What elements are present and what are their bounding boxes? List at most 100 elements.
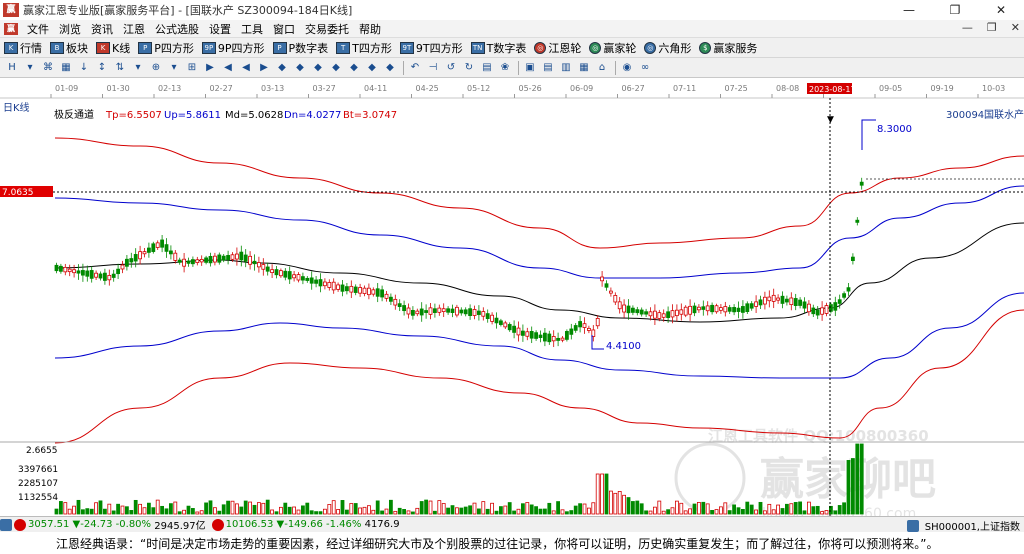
menu-gann[interactable]: 江恩 — [118, 21, 150, 37]
volume-bar — [204, 502, 209, 515]
draw-tool-26-icon[interactable]: ↻ — [461, 61, 477, 75]
draw-tool-23-icon[interactable]: ↶ — [407, 61, 423, 75]
draw-tool-6-icon[interactable]: ⇅ — [112, 61, 128, 75]
draw-tool-13-icon[interactable]: ◀ — [238, 61, 254, 75]
draw-tool-5-icon[interactable]: ↕ — [94, 61, 110, 75]
draw-tool-31-icon[interactable]: ▤ — [540, 61, 556, 75]
menu-help[interactable]: 帮助 — [354, 21, 386, 37]
winner-wheel-button[interactable]: ◎ 赢家轮 — [589, 40, 636, 56]
volume-bar — [300, 505, 305, 515]
t-table-button[interactable]: TN T数字表 — [470, 40, 526, 56]
draw-tool-10-icon[interactable]: ⊞ — [184, 61, 200, 75]
winner-service-button[interactable]: $ 赢家服务 — [699, 40, 757, 56]
t-square-button[interactable]: T T四方形 — [336, 40, 392, 56]
toolbar-separator — [518, 60, 519, 75]
draw-tool-25-icon[interactable]: ↺ — [443, 61, 459, 75]
mdi-restore-button[interactable]: ❐ — [987, 21, 997, 34]
gann-wheel-button[interactable]: ◎ 江恩轮 — [534, 40, 581, 56]
draw-tool-36-icon[interactable]: ◉ — [619, 61, 635, 75]
kline-button[interactable]: K K线 — [96, 40, 130, 56]
draw-tool-32-icon[interactable]: ▥ — [558, 61, 574, 75]
volume-bar — [67, 508, 72, 515]
candle-body — [362, 287, 367, 294]
draw-tool-12-icon[interactable]: ◀ — [220, 61, 236, 75]
kline-chart[interactable]: 01-09 01-30 02-13 02-27 03-13 03-27 04-11 04-25… — [0, 78, 1024, 516]
volume-bar — [675, 500, 679, 515]
candle-body — [388, 296, 393, 302]
draw-tool-37-icon[interactable]: ∞ — [637, 61, 653, 75]
menu-formula-screen[interactable]: 公式选股 — [150, 21, 204, 37]
draw-tool-34-icon[interactable]: ⌂ — [594, 61, 610, 75]
sh-index-item[interactable]: 3057.51 ▼-24.73 -0.80% 2945.97亿 — [0, 517, 206, 532]
draw-tool-24-icon[interactable]: ⊣ — [425, 61, 441, 75]
draw-tool-1-icon[interactable]: ▾ — [22, 61, 38, 75]
draw-tool-2-icon[interactable]: ⌘ — [40, 61, 56, 75]
draw-tool-21-icon[interactable]: ◆ — [382, 61, 398, 75]
volume-bar — [719, 506, 723, 515]
quote-bar: 江恩经典语录：“时间是决定市场走势的重要因素，经过详细研究大市及个别股票的过往记… — [0, 532, 1024, 554]
sz-index-value: 10106.53 — [225, 519, 274, 530]
draw-tool-33-icon[interactable]: ▦ — [576, 61, 592, 75]
quote-button[interactable]: K 行情 — [4, 40, 42, 56]
volume-bar — [732, 504, 736, 515]
volume-bar — [89, 508, 94, 515]
volume-bar — [771, 509, 776, 515]
draw-tool-11-icon[interactable]: ▶ — [202, 61, 218, 75]
volume-bar — [199, 510, 204, 515]
chart-area[interactable]: 01-09 01-30 02-13 02-27 03-13 03-27 04-11 04-25… — [0, 78, 1024, 516]
draw-tool-18-icon[interactable]: ◆ — [328, 61, 344, 75]
draw-tool-9-icon[interactable]: ▾ — [166, 61, 182, 75]
mdi-minimize-button[interactable]: — — [962, 21, 973, 34]
candle-body — [670, 310, 675, 318]
close-button[interactable]: ✕ — [978, 0, 1024, 20]
indicator-name: 极反通道 — [54, 108, 94, 121]
volume-bar — [776, 504, 780, 515]
9t-square-button[interactable]: 9T 9T四方形 — [399, 40, 463, 56]
p-square-button[interactable]: P P四方形 — [138, 40, 194, 56]
sector-button[interactable]: B 板块 — [50, 40, 88, 56]
draw-tool-20-icon[interactable]: ◆ — [364, 61, 380, 75]
candle-body — [771, 294, 776, 302]
current-index[interactable]: SH000001,上证指数 — [906, 518, 1020, 533]
draw-tool-4-icon[interactable]: ↓ — [76, 61, 92, 75]
draw-tool-7-icon[interactable]: ▾ — [130, 61, 146, 75]
hexagon-button[interactable]: ◎ 六角形 — [644, 40, 691, 56]
menu-settings[interactable]: 设置 — [204, 21, 236, 37]
draw-tool-14-icon[interactable]: ▶ — [256, 61, 272, 75]
menu-trade[interactable]: 交易委托 — [300, 21, 354, 37]
candle-body — [763, 296, 767, 305]
minimize-button[interactable]: — — [886, 0, 932, 20]
volume-bar — [120, 505, 125, 515]
maximize-button[interactable]: ❐ — [932, 0, 978, 20]
9t-square-icon: 9T — [399, 41, 414, 54]
sz-index-item[interactable]: 10106.53 ▼-149.66 -1.46% 4176.9 — [211, 518, 400, 531]
volume-bar — [243, 500, 248, 515]
candle-body — [815, 309, 820, 316]
volume-bar — [705, 503, 710, 515]
draw-tool-27-icon[interactable]: ▤ — [479, 61, 495, 75]
candle-body — [349, 285, 354, 293]
volume-bar — [230, 500, 235, 515]
volume-bar — [560, 509, 565, 515]
draw-tool-0-icon[interactable]: H — [4, 61, 20, 75]
p-table-button[interactable]: P P数字表 — [272, 40, 328, 56]
menu-window[interactable]: 窗口 — [268, 21, 300, 37]
draw-tool-8-icon[interactable]: ⊕ — [148, 61, 164, 75]
candle-body — [578, 321, 582, 328]
menu-file[interactable]: 文件 — [22, 21, 54, 37]
draw-tool-19-icon[interactable]: ◆ — [346, 61, 362, 75]
draw-tool-28-icon[interactable]: ❀ — [497, 61, 513, 75]
kline-label: K线 — [112, 41, 131, 55]
toolbar-separator — [615, 60, 616, 75]
draw-tool-17-icon[interactable]: ◆ — [310, 61, 326, 75]
draw-tool-30-icon[interactable]: ▣ — [522, 61, 538, 75]
menu-tools[interactable]: 工具 — [236, 21, 268, 37]
menu-browse[interactable]: 浏览 — [54, 21, 86, 37]
mdi-close-button[interactable]: ✕ — [1011, 21, 1020, 34]
draw-tool-16-icon[interactable]: ◆ — [292, 61, 308, 75]
draw-tool-15-icon[interactable]: ◆ — [274, 61, 290, 75]
9p-square-button[interactable]: 9P 9P四方形 — [201, 40, 265, 56]
draw-tool-3-icon[interactable]: ▦ — [58, 61, 74, 75]
band-md-line — [54, 222, 1024, 323]
menu-info[interactable]: 资讯 — [86, 21, 118, 37]
